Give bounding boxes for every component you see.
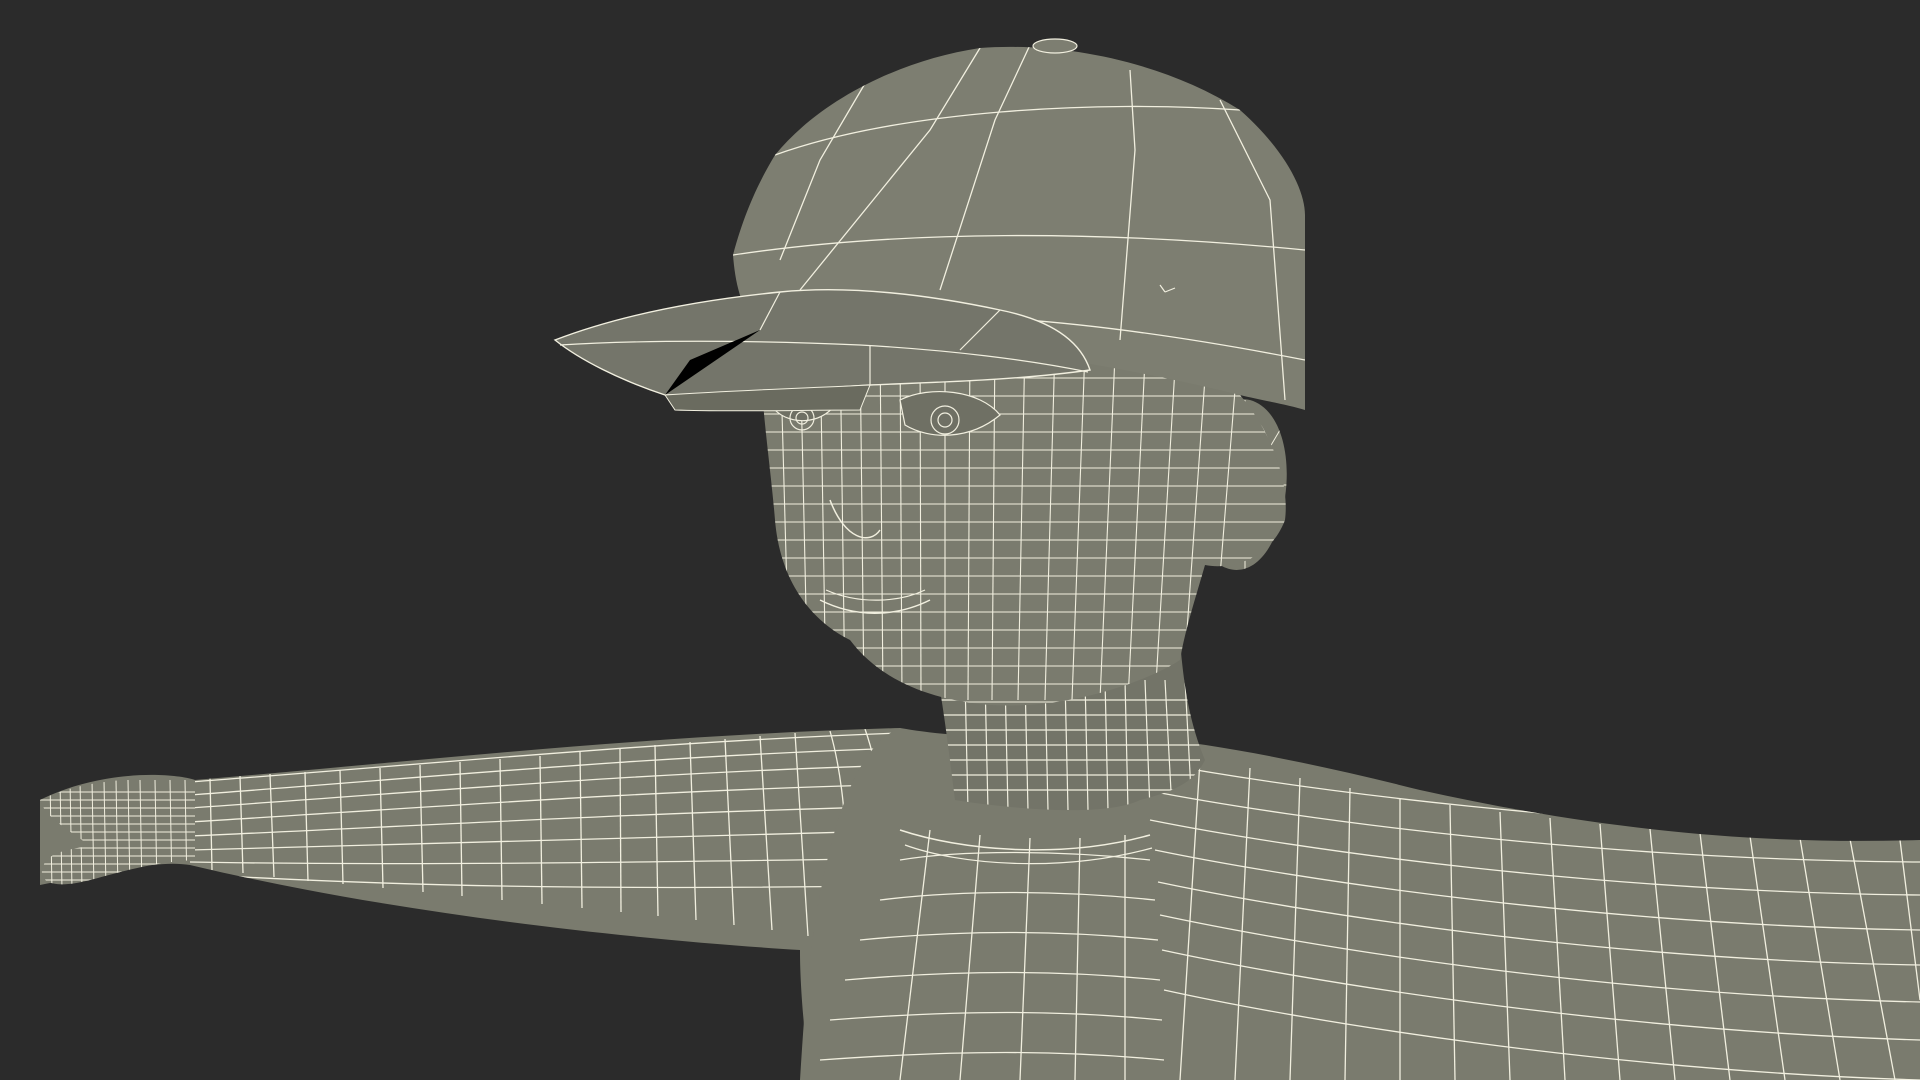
render-viewport: [0, 0, 1920, 1080]
wireframe-render: [0, 0, 1920, 1080]
